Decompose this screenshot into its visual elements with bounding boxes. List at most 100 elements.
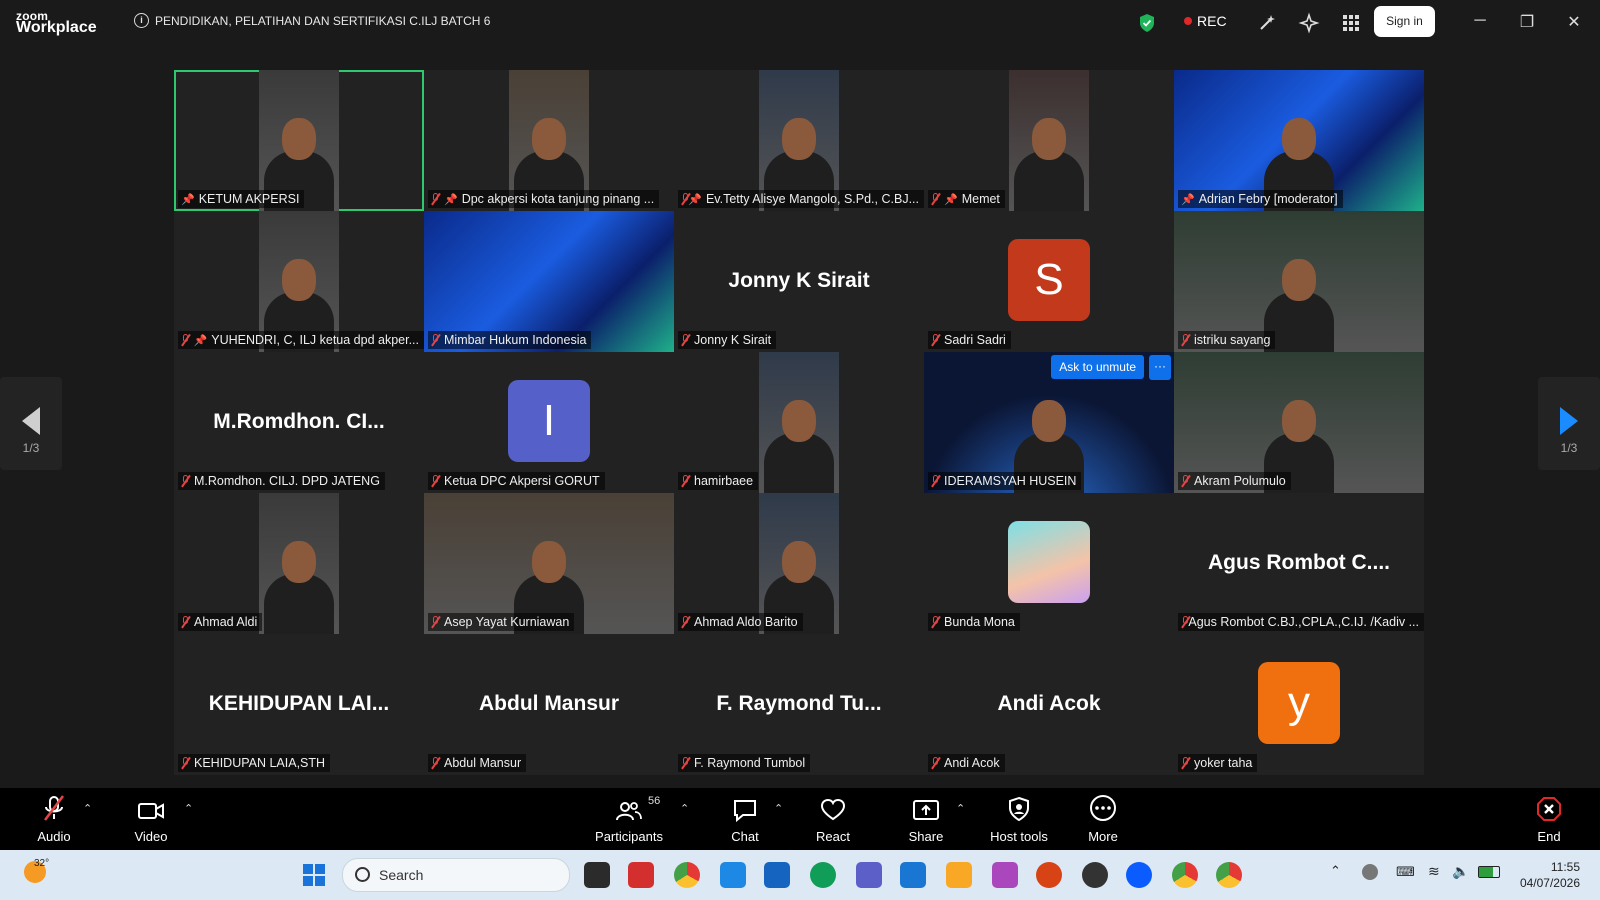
host-tools-button[interactable]: Host tools [974, 788, 1064, 844]
participant-name: Bunda Mona [944, 615, 1015, 629]
taskbar-clock[interactable]: 11:55 04/07/2026 [1510, 859, 1580, 891]
mic-muted-icon [181, 757, 190, 769]
participant-tile[interactable]: Andi Acok Andi Acok [924, 634, 1174, 775]
audio-button[interactable]: Audio [9, 788, 99, 844]
battery-icon[interactable] [1478, 866, 1500, 878]
pin-icon: 📌 [944, 193, 958, 206]
participant-face [282, 259, 316, 301]
participant-tile[interactable]: Mimbar Hukum Indonesia [424, 211, 674, 352]
close-icon[interactable]: ✕ [1562, 12, 1586, 32]
teams-icon[interactable] [856, 862, 882, 888]
participant-tile[interactable]: Asep Yayat Kurniawan [424, 493, 674, 634]
participant-tile[interactable]: Akram Polumulo [1174, 352, 1424, 493]
mic-muted-icon [681, 475, 690, 487]
taskbar-search-input[interactable]: Search [342, 858, 570, 892]
apps-grid-icon[interactable] [1340, 12, 1362, 34]
participant-tile[interactable]: 📌 Dpc akpersi kota tanjung pinang ... [424, 70, 674, 211]
chrome-profile-icon[interactable] [1172, 862, 1198, 888]
tray-app-icon[interactable] [1362, 864, 1378, 880]
acrobat-icon[interactable] [1036, 862, 1062, 888]
share-options-chevron-icon[interactable]: ⌃ [956, 802, 965, 815]
chat-button[interactable]: Chat [700, 788, 790, 844]
edge-icon[interactable] [810, 862, 836, 888]
chrome-icon[interactable] [674, 862, 700, 888]
meeting-title[interactable]: i PENDIDIKAN, PELATIHAN DAN SERTIFIKASI … [134, 13, 490, 28]
participant-tile[interactable]: KEHIDUPAN LAI... KEHIDUPAN LAIA,STH [174, 634, 424, 775]
tray-language-icon[interactable]: ⌨ [1396, 864, 1415, 880]
recording-indicator[interactable]: REC [1184, 13, 1227, 29]
participant-tile[interactable]: S Sadri Sadri [924, 211, 1174, 352]
info-icon[interactable]: i [134, 13, 149, 28]
windows-start-icon[interactable] [302, 863, 326, 887]
chat-label: Chat [731, 829, 759, 844]
media-player-icon[interactable] [1082, 862, 1108, 888]
end-meeting-button[interactable]: End [1504, 788, 1594, 844]
participant-tile[interactable]: F. Raymond Tu... F. Raymond Tumbol [674, 634, 924, 775]
participant-face [1032, 118, 1066, 160]
participant-name-label: Asep Yayat Kurniawan [428, 613, 575, 631]
ask-to-unmute-button[interactable]: Ask to unmute [1051, 355, 1144, 379]
todo-icon[interactable] [720, 862, 746, 888]
next-page-button[interactable]: 1/3 [1538, 377, 1600, 470]
chat-options-chevron-icon[interactable]: ⌃ [774, 802, 783, 815]
participant-body [1014, 151, 1084, 211]
participant-tile[interactable]: Ahmad Aldo Barito [674, 493, 924, 634]
zoom-taskbar-icon[interactable] [1126, 862, 1152, 888]
magic-wand-icon[interactable] [1256, 12, 1278, 34]
file-explorer-icon[interactable] [946, 862, 972, 888]
pin-icon: 📌 [181, 193, 195, 206]
mic-muted-icon [931, 475, 940, 487]
participant-tile[interactable]: Bunda Mona [924, 493, 1174, 634]
video-button[interactable]: Video [106, 788, 196, 844]
participant-tile[interactable]: 📌 KETUM AKPERSI [174, 70, 424, 211]
participant-tile[interactable]: istriku sayang [1174, 211, 1424, 352]
participants-options-chevron-icon[interactable]: ⌃ [680, 802, 689, 815]
participant-display-name: Agus Rombot C.... [1208, 551, 1390, 574]
audio-options-chevron-icon[interactable]: ⌃ [83, 802, 92, 815]
tray-chevron-icon[interactable]: ⌃ [1330, 863, 1341, 879]
copilot-icon[interactable] [992, 862, 1018, 888]
participant-name-label: F. Raymond Tumbol [678, 754, 811, 772]
restore-icon[interactable]: ❐ [1515, 12, 1539, 32]
participant-tile[interactable]: Agus Rombot C.... Agus Rombot C.BJ.,CPLA.… [1174, 493, 1424, 634]
participant-name-label: Mimbar Hukum Indonesia [428, 331, 592, 349]
audio-label: Audio [37, 829, 71, 844]
participant-name-label: IDERAMSYAH HUSEIN [928, 472, 1082, 490]
ai-companion-icon[interactable] [1298, 12, 1320, 34]
participant-tile[interactable]: 📌 Memet [924, 70, 1174, 211]
participant-tile[interactable]: 📌 Adrian Febry [moderator] [1174, 70, 1424, 211]
minimize-icon[interactable]: ─ [1468, 12, 1492, 30]
participant-tile[interactable]: Abdul Mansur Abdul Mansur [424, 634, 674, 775]
security-shield-icon[interactable] [1138, 13, 1156, 33]
word-icon[interactable] [764, 862, 790, 888]
participant-tile[interactable]: M.Romdhon. CI... M.Romdhon. CILJ. DPD JAT… [174, 352, 424, 493]
participant-tile[interactable]: hamirbaee [674, 352, 924, 493]
participant-avatar: I [508, 380, 590, 462]
participant-tile[interactable]: Ask to unmute ··· IDERAMSYAH HUSEIN [924, 352, 1174, 493]
mcafee-icon[interactable] [628, 862, 654, 888]
video-options-chevron-icon[interactable]: ⌃ [184, 802, 193, 815]
task-view-icon[interactable] [584, 862, 610, 888]
sign-in-button[interactable]: Sign in [1374, 6, 1435, 37]
participants-button[interactable]: Participants [584, 788, 674, 844]
heart-icon [820, 798, 846, 821]
react-button[interactable]: React [788, 788, 878, 844]
participant-tile[interactable]: Ahmad Aldi [174, 493, 424, 634]
participant-tile[interactable]: Jonny K Sirait Jonny K Sirait [674, 211, 924, 352]
participant-tile[interactable]: y yoker taha [1174, 634, 1424, 775]
share-button[interactable]: Share [881, 788, 971, 844]
more-button[interactable]: More [1058, 788, 1148, 844]
participant-tile[interactable]: 📌 Ev.Tetty Alisye Mangolo, S.Pd., C.BJ... [674, 70, 924, 211]
notepad-icon[interactable] [900, 862, 926, 888]
chrome-profile-2-icon[interactable] [1216, 862, 1242, 888]
participant-tile[interactable]: I Ketua DPC Akpersi GORUT [424, 352, 674, 493]
participant-name-label: istriku sayang [1178, 331, 1276, 349]
wifi-icon[interactable]: ≋ [1428, 863, 1440, 880]
mic-muted-icon [431, 334, 440, 346]
participant-tile[interactable]: 📌 YUHENDRI, C, ILJ ketua dpd akper... [174, 211, 424, 352]
tile-more-options-icon[interactable]: ··· [1149, 355, 1171, 380]
mic-muted-icon [931, 334, 940, 346]
volume-icon[interactable]: 🔈 [1452, 863, 1469, 880]
title-bar: zoom Workplace i PENDIDIKAN, PELATIHAN D… [0, 0, 1600, 46]
previous-page-button[interactable]: 1/3 [0, 377, 62, 470]
